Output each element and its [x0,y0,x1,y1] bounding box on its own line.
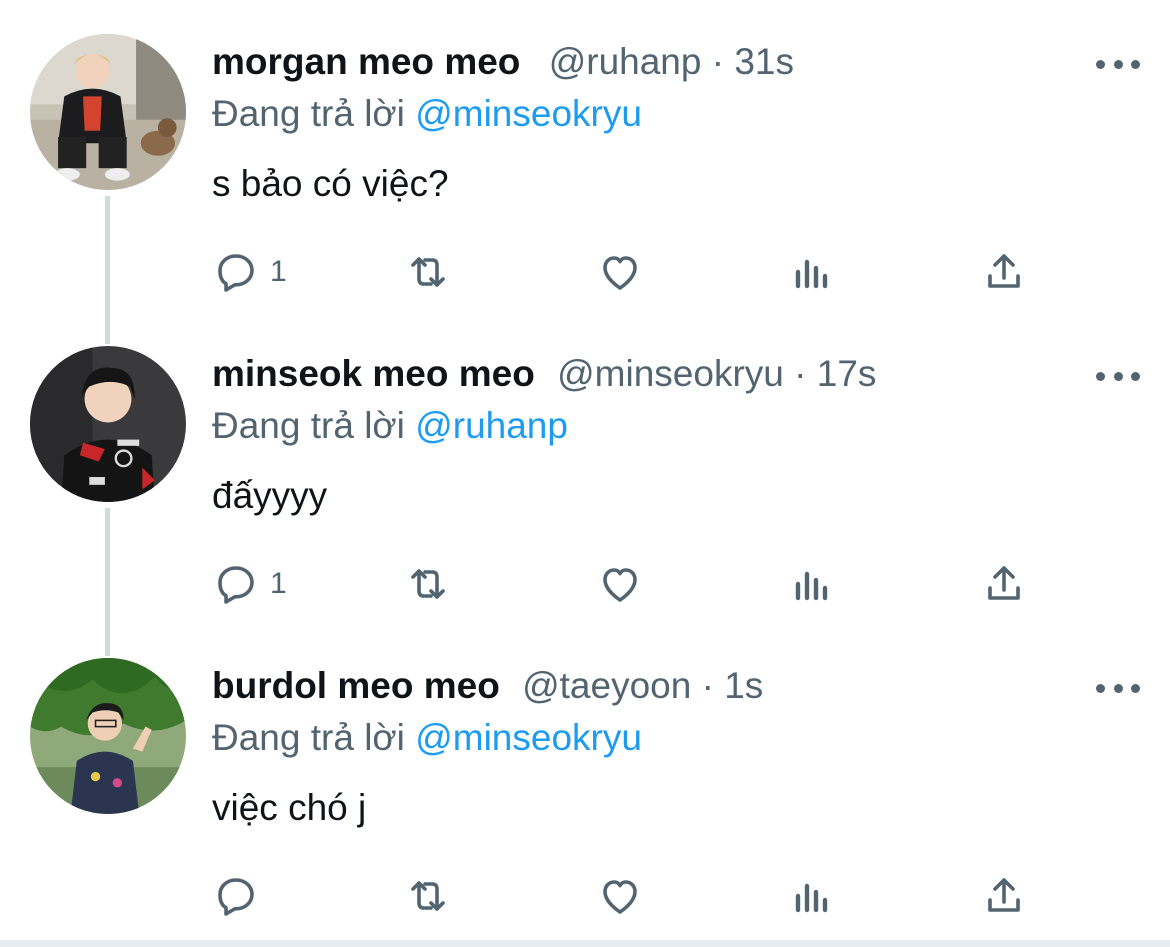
tweet-text: s bảo có việc? [212,163,449,204]
reply-icon [218,254,254,292]
reply-button[interactable]: 1 [212,556,287,612]
retweet-button[interactable] [404,244,452,300]
tweet-text: việc chó j [212,787,367,828]
separator-dot: · [711,41,725,82]
reply-icon [218,878,254,916]
share-button[interactable] [980,556,1028,612]
reply-count: 1 [270,255,287,288]
tweet-text: đấyyyy [212,475,328,516]
replying-to-label: Đang trả lời [212,717,405,758]
like-button[interactable] [596,244,644,300]
views-icon [795,571,828,601]
reply-icon [218,566,254,604]
like-icon [603,256,637,290]
like-icon [603,880,637,914]
tweet[interactable]: minseok meo meo @minseokryu · 17s Đang t… [0,312,1170,624]
user-handle[interactable]: @minseokryu [557,353,784,394]
reply-button[interactable] [212,868,270,924]
display-name[interactable]: burdol meo meo [212,665,500,706]
avatar[interactable] [30,658,186,814]
more-options-icon[interactable] [1096,674,1140,702]
retweet-button[interactable] [404,556,452,612]
tweet[interactable]: burdol meo meo @taeyoon · 1s Đang trả lờ… [0,624,1170,936]
avatar[interactable] [30,346,186,502]
share-button[interactable] [980,244,1028,300]
reply-button[interactable]: 1 [212,244,287,300]
like-icon [603,568,637,602]
retweet-icon [411,881,445,911]
reply-count: 1 [270,567,287,600]
share-icon [988,566,1020,600]
action-bar: 1 [0,556,1170,612]
views-button[interactable] [788,244,836,300]
display-name[interactable]: morgan meo meo [212,41,520,82]
share-button[interactable] [980,868,1028,924]
tweet[interactable]: morgan meo meo @ruhanp · 31s Đang trả lờ… [0,0,1170,312]
display-name[interactable]: minseok meo meo [212,353,535,394]
action-bar: 1 [0,244,1170,300]
timestamp[interactable]: 17s [817,353,877,394]
separator-dot: · [701,665,714,706]
views-icon [795,259,828,289]
action-bar [0,868,1170,924]
user-handle[interactable]: @ruhanp [549,41,702,82]
divider [0,940,1170,947]
reply-mention-link[interactable]: @ruhanp [415,405,568,446]
reply-mention-link[interactable]: @minseokryu [415,717,642,758]
user-handle[interactable]: @taeyoon [522,665,691,706]
views-button[interactable] [788,868,836,924]
more-options-icon[interactable] [1096,362,1140,390]
timestamp[interactable]: 1s [724,665,763,706]
reply-mention-link[interactable]: @minseokryu [415,93,642,134]
retweet-button[interactable] [404,868,452,924]
views-button[interactable] [788,556,836,612]
more-options-icon[interactable] [1096,50,1140,78]
share-icon [988,878,1020,912]
share-icon [988,254,1020,288]
like-button[interactable] [596,868,644,924]
retweet-icon [411,257,445,287]
separator-dot: · [794,353,807,394]
views-icon [795,883,828,913]
like-button[interactable] [596,556,644,612]
replying-to-label: Đang trả lời [212,93,405,134]
retweet-icon [411,569,445,599]
replying-to-label: Đang trả lời [212,405,405,446]
avatar[interactable] [30,34,186,190]
timestamp[interactable]: 31s [734,41,794,82]
